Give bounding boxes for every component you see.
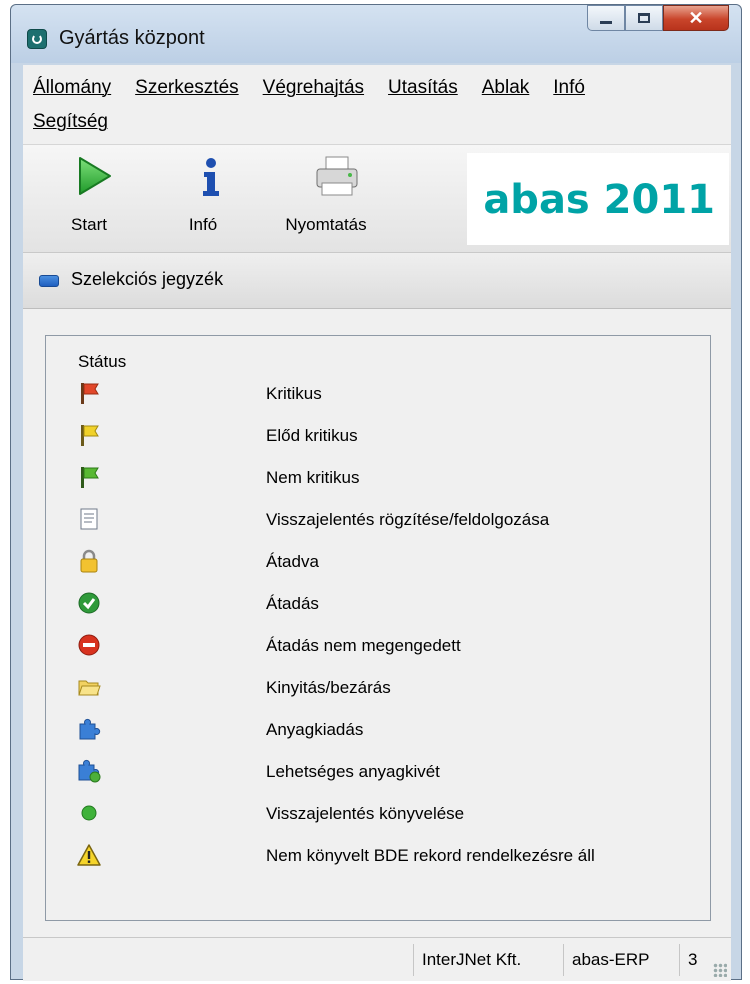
app-icon[interactable] — [27, 29, 47, 49]
menu-szerkesztes[interactable]: Szerkesztés — [135, 77, 238, 99]
check-icon — [78, 592, 100, 614]
selection-bar[interactable]: Szelekciós jegyzék — [23, 253, 731, 309]
play-icon — [79, 157, 111, 195]
puzzle-green-icon — [78, 759, 101, 783]
status-product: abas-ERP — [563, 944, 679, 976]
printer-icon — [316, 156, 358, 196]
status-bar: InterJNet Kft. abas-ERP 3 — [23, 937, 731, 981]
menu-ablak[interactable]: Ablak — [482, 77, 530, 99]
status-header: Státus — [78, 352, 127, 371]
start-label: Start — [71, 215, 107, 234]
print-label: Nyomtatás — [285, 215, 367, 234]
menu-segitseg[interactable]: Segítség — [33, 111, 108, 133]
folder-icon — [78, 680, 101, 696]
lock-icon — [80, 549, 98, 573]
info-button[interactable]: Infó — [173, 155, 233, 234]
brand-panel: abas 2011 — [467, 153, 729, 245]
list-item: Kinyitás/bezárás — [76, 668, 706, 708]
selection-label: Szelekciós jegyzék — [71, 269, 224, 289]
menu-info[interactable]: Infó — [553, 77, 585, 99]
green-flag-icon — [81, 467, 99, 488]
red-flag-icon — [81, 383, 99, 404]
list-item: Visszajelentés rögzítése/feldolgozása — [76, 500, 706, 540]
close-icon: ✕ — [688, 7, 704, 28]
window-controls: ✕ — [587, 5, 729, 31]
title-bar[interactable]: Gyártás központ ✕ — [11, 5, 741, 63]
green-dot-icon — [81, 805, 97, 821]
brand-logo: abas 2011 — [483, 177, 715, 223]
window-title: Gyártás központ — [59, 27, 205, 49]
maximize-icon — [638, 13, 650, 23]
yellow-flag-icon — [81, 425, 99, 446]
content-area: Státus Kritikus Előd kritikus Nem kritik… — [23, 309, 731, 937]
list-item: Átadva — [76, 542, 706, 582]
menu-allomany[interactable]: Állomány — [33, 77, 111, 99]
status-company: InterJNet Kft. — [413, 944, 563, 976]
list-item: Átadás — [76, 584, 706, 624]
no-entry-icon — [78, 634, 100, 656]
list-item: Előd kritikus — [76, 416, 706, 456]
warning-icon — [77, 844, 101, 866]
menu-utasitas[interactable]: Utasítás — [388, 77, 458, 99]
list-item: Kritikus — [76, 374, 706, 414]
status-legend-panel: Státus Kritikus Előd kritikus Nem kritik… — [45, 335, 711, 921]
toolbar: Start Infó Nyomtatás abas 2011 — [23, 145, 731, 253]
list-item: Lehetséges anyagkivét — [76, 752, 706, 792]
list-item: Visszajelentés könyvelése — [76, 794, 706, 834]
list-item: Nem könyvelt BDE rekord rendelkezésre ál… — [76, 836, 706, 876]
list-item-label: Visszajelentés rögzítése/feldolgozása — [266, 510, 550, 529]
menu-bar: Állomány Szerkesztés Végrehajtás Utasítá… — [23, 65, 731, 145]
list-item: Átadás nem megengedett — [76, 626, 706, 666]
selection-list-icon — [39, 275, 59, 287]
list-item-label: Nem könyvelt BDE rekord rendelkezésre ál… — [266, 846, 595, 865]
minimize-button[interactable] — [587, 5, 625, 31]
list-item-label: Lehetséges anyagkivét — [266, 762, 440, 781]
main-window: Gyártás központ ✕ Állomány Szerkesztés V… — [10, 4, 742, 981]
list-item: Anyagkiadás — [76, 710, 706, 750]
status-count: 3 — [679, 944, 713, 976]
resize-grip[interactable] — [713, 963, 727, 977]
list-item-label: Visszajelentés könyvelése — [266, 804, 465, 823]
info-label: Infó — [188, 215, 218, 234]
list-item-label: Nem kritikus — [266, 468, 360, 487]
maximize-button[interactable] — [625, 5, 663, 31]
list-item-label: Anyagkiadás — [266, 720, 364, 739]
list-item-label: Átadva — [266, 552, 319, 571]
list-item-label: Előd kritikus — [266, 426, 358, 445]
close-button[interactable]: ✕ — [663, 5, 729, 31]
start-button[interactable]: Start — [59, 155, 119, 234]
list-item-label: Átadás nem megengedett — [266, 636, 461, 655]
list-item-label: Kritikus — [266, 384, 322, 403]
info-icon — [202, 158, 219, 196]
menu-vegrehajtas[interactable]: Végrehajtás — [263, 77, 364, 99]
minimize-icon — [600, 20, 612, 24]
document-icon — [80, 508, 98, 530]
list-item-label: Kinyitás/bezárás — [266, 678, 391, 697]
list-item-label: Átadás — [266, 594, 319, 613]
puzzle-icon — [79, 718, 101, 740]
print-button[interactable]: Nyomtatás — [281, 155, 371, 234]
list-item: Nem kritikus — [76, 458, 706, 498]
